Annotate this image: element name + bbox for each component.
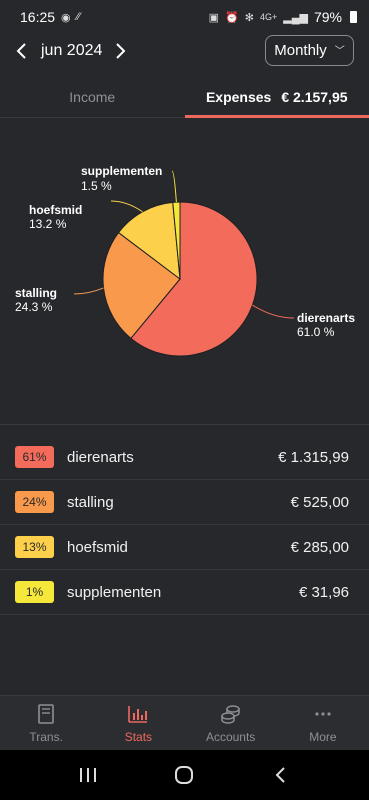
nav-label: Stats [124, 729, 153, 744]
network-type: 4G+ [259, 12, 278, 22]
slice-pct-supplementen: 1.5 % [81, 179, 112, 193]
recent-apps-button[interactable] [78, 766, 98, 784]
nav-label: Trans. [29, 729, 63, 744]
expenses-total: € 2.157,95 [281, 88, 348, 105]
bar-chart-icon [128, 705, 148, 723]
nav-trans[interactable]: Trans. [0, 696, 92, 751]
book-icon [38, 703, 54, 724]
leader-line-hoefsmid [110, 200, 143, 213]
tab-expenses-label: Expenses [205, 88, 272, 105]
system-nav-bar [0, 750, 369, 800]
percent-badge: 24% [15, 491, 54, 513]
category-row-dierenarts[interactable]: 61% dierenarts € 1.315,99 [0, 435, 369, 480]
signal-icon: ▂▄▆ [283, 11, 308, 24]
category-row-hoefsmid[interactable]: 13% hoefsmid € 285,00 [0, 525, 369, 570]
slice-label-dierenarts: dierenarts [297, 311, 355, 325]
category-row-supplementen[interactable]: 1% supplementen € 31,96 [0, 570, 369, 615]
tab-expenses[interactable]: Expenses € 2.157,95 [184, 76, 369, 118]
period-dropdown[interactable]: Monthly ﹀ [265, 35, 354, 66]
expense-pie-chart: dierenarts 61.0 % stalling 24.3 % hoefsm… [0, 118, 369, 424]
category-amount: € 525,00 [290, 493, 349, 511]
slice-label-supplementen: supplementen [81, 164, 162, 178]
leader-line-supplementen [171, 170, 177, 203]
next-month-button[interactable] [110, 40, 130, 62]
category-name: dierenarts [67, 448, 134, 466]
slice-pct-dierenarts: 61.0 % [297, 325, 335, 339]
notification-icon: ⁄⁄ [76, 11, 81, 23]
status-bar: 16:25 ◉ ⁄⁄ ▣ ⏰ ✻ 4G+ ▂▄▆ 79% [0, 0, 369, 34]
tab-income-label: Income [69, 88, 116, 105]
category-amount: € 285,00 [290, 538, 349, 556]
bluetooth-icon: ✻ [244, 11, 254, 24]
leader-line-dierenarts [252, 304, 295, 319]
slice-label-hoefsmid: hoefsmid [29, 203, 82, 217]
divider [0, 424, 369, 425]
nav-label: Accounts [205, 729, 256, 744]
category-amount: € 1.315,99 [278, 448, 349, 466]
status-time: 16:25 [20, 9, 56, 25]
tab-income[interactable]: Income [0, 76, 185, 117]
tab-bar: Income Expenses € 2.157,95 [0, 76, 369, 118]
category-list: 61% dierenarts € 1.315,99 24% stalling €… [0, 435, 369, 615]
alarm-icon: ⏰ [225, 11, 239, 24]
percent-badge: 1% [15, 581, 54, 603]
previous-month-button[interactable] [12, 40, 32, 62]
pie-chart-svg: dierenarts 61.0 % stalling 24.3 % hoefsm… [15, 164, 355, 357]
slice-pct-stalling: 24.3 % [15, 300, 53, 314]
chevron-down-icon: ﹀ [334, 46, 345, 57]
coins-icon [220, 704, 240, 724]
battery-saver-icon: ▣ [208, 11, 220, 24]
percent-badge: 61% [15, 446, 54, 468]
category-row-stalling[interactable]: 24% stalling € 525,00 [0, 480, 369, 525]
category-amount: € 31,96 [298, 583, 349, 601]
month-label: jun 2024 [41, 42, 103, 59]
month-header: jun 2024 Monthly ﹀ [0, 34, 369, 70]
more-dots-icon [315, 711, 331, 716]
battery-icon [350, 11, 357, 23]
leader-line-stalling [73, 287, 104, 295]
nav-more[interactable]: More [277, 696, 369, 751]
category-name: stalling [67, 493, 114, 511]
percent-badge: 13% [15, 536, 54, 558]
slice-label-stalling: stalling [15, 286, 57, 300]
back-button[interactable] [271, 765, 291, 785]
category-name: supplementen [67, 583, 162, 601]
category-name: hoefsmid [67, 538, 128, 556]
nav-label: More [309, 729, 337, 744]
nav-stats[interactable]: Stats [92, 696, 184, 751]
bottom-nav: Trans. Stats Accounts More [0, 695, 369, 751]
nav-accounts[interactable]: Accounts [185, 696, 277, 751]
period-label: Monthly [274, 42, 327, 59]
slice-pct-hoefsmid: 13.2 % [29, 217, 67, 231]
spotify-icon: ◉ [61, 11, 71, 24]
battery-percent: 79% [313, 9, 342, 25]
home-button[interactable] [174, 765, 194, 785]
